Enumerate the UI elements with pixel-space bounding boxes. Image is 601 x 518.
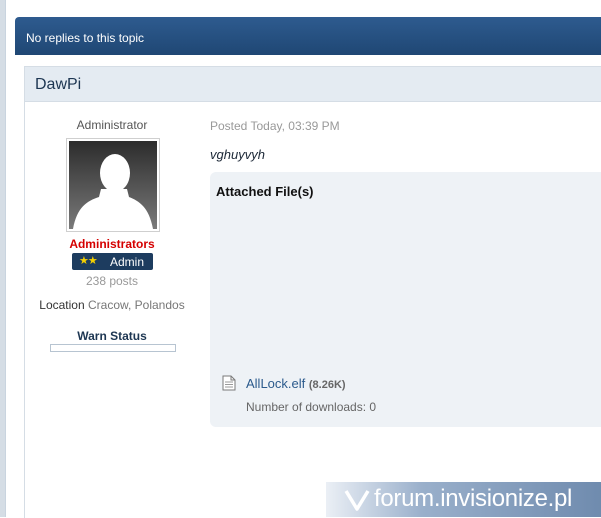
- post-date: Posted Today, 03:39 PM: [210, 119, 340, 133]
- topic-status-label: No replies to this topic: [26, 31, 145, 45]
- attachments-title: Attached File(s): [216, 184, 314, 199]
- author-name-link[interactable]: DawPi: [35, 76, 81, 94]
- attachments-box: Attached File(s) AllLock.elf (8.26K) Num…: [210, 172, 601, 427]
- location-label: Location: [39, 298, 85, 312]
- file-icon: [222, 375, 236, 396]
- warn-level-bar: [50, 344, 176, 352]
- post-header: DawPi: [25, 67, 601, 102]
- watermark-logo-icon: [344, 488, 370, 517]
- attachment-file-link[interactable]: AllLock.elf (8.26K): [246, 376, 346, 391]
- left-rail: [0, 0, 6, 517]
- location-value: Cracow, Polandos: [87, 298, 185, 312]
- attachment-file-name[interactable]: AllLock.elf: [246, 376, 305, 391]
- author-location: Location Cracow, Polandos: [24, 298, 200, 312]
- rank-stars-icon: ★★: [79, 255, 98, 267]
- topic-status-bar: No replies to this topic: [15, 17, 601, 55]
- rank-label: Admin: [110, 255, 145, 269]
- watermark: forum.invisionize.pl: [326, 482, 601, 517]
- attachment-file-size: (8.26K): [308, 379, 346, 391]
- watermark-text: forum.invisionize.pl: [374, 485, 573, 512]
- avatar[interactable]: [66, 138, 160, 232]
- avatar-silhouette-icon: [69, 141, 157, 229]
- post-body: vghuyvyh: [210, 147, 265, 162]
- author-title: Administrator: [76, 118, 148, 132]
- download-count: Number of downloads: 0: [246, 400, 377, 414]
- member-group: Administrators: [69, 237, 155, 251]
- rank-badge: ★★ Admin: [72, 253, 153, 270]
- post-count: 238 posts: [85, 274, 139, 288]
- warn-status-link[interactable]: Warn Status: [24, 329, 200, 343]
